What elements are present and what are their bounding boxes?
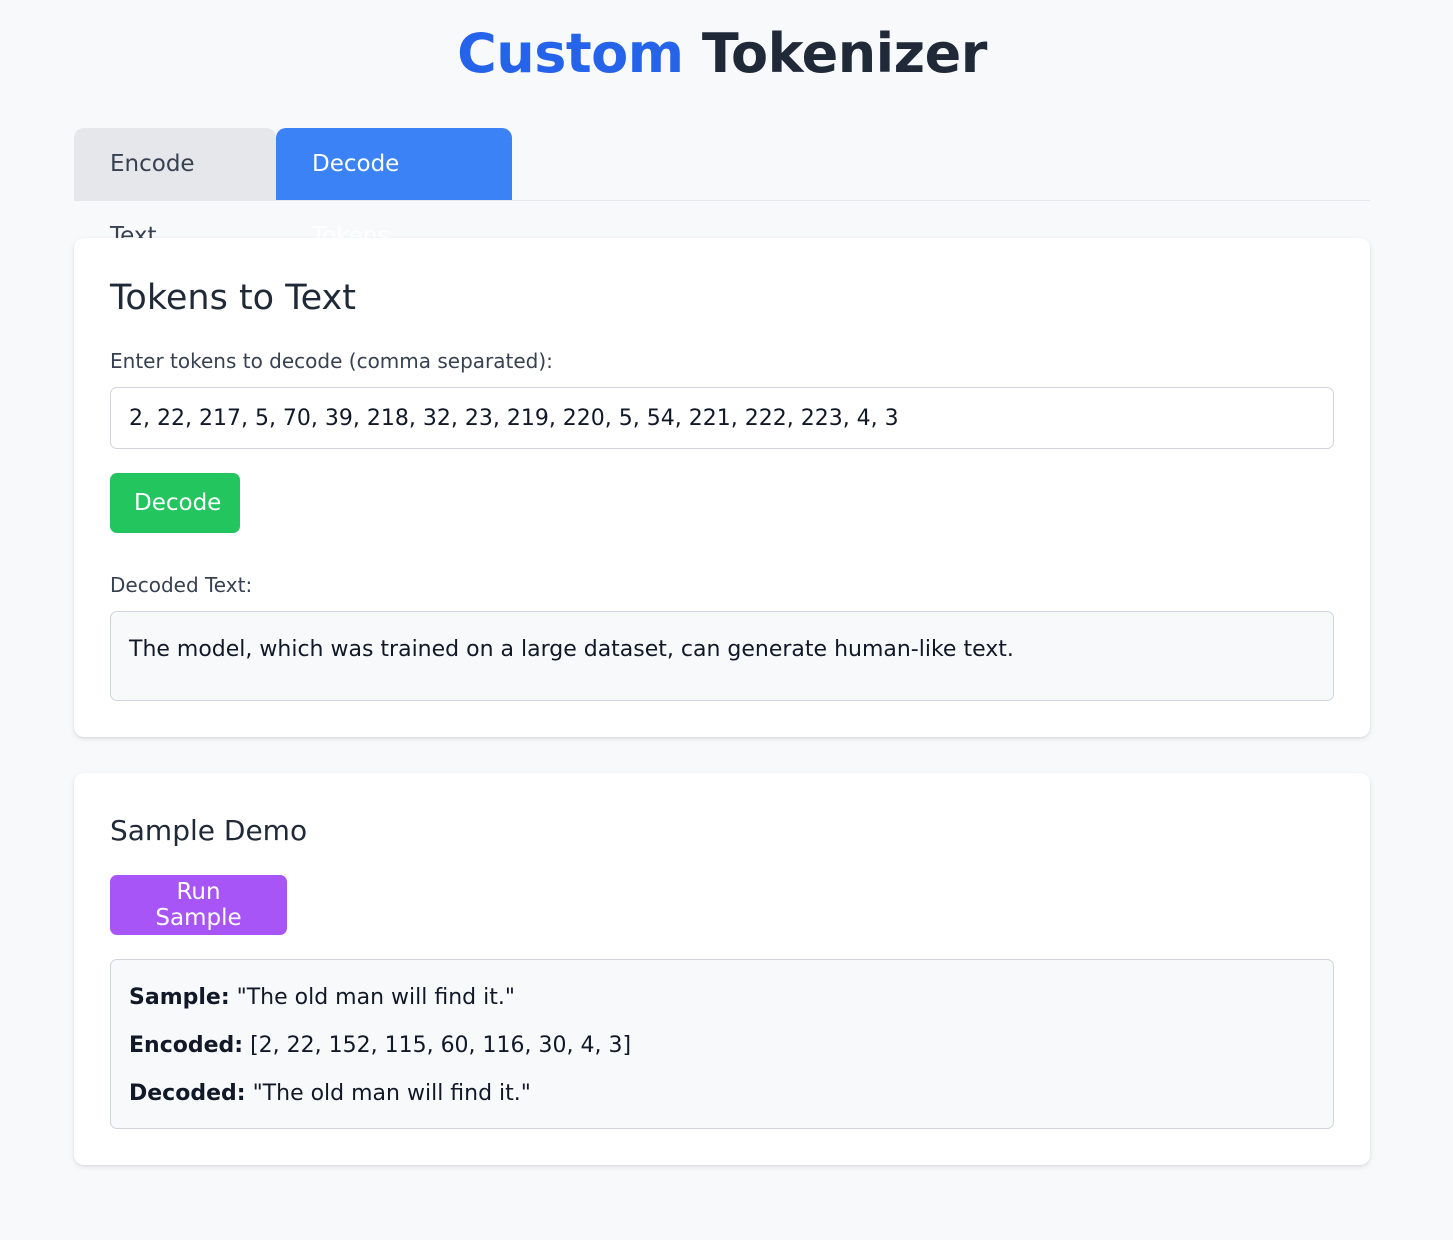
page-title-accent: Custom	[457, 22, 684, 85]
decoded-label: Decoded:	[129, 1081, 246, 1106]
sample-results-box: Sample: "The old man will find it." Enco…	[110, 959, 1334, 1129]
token-input[interactable]	[110, 387, 1334, 449]
decoded-text-output: The model, which was trained on a large …	[110, 611, 1334, 701]
page-title: Custom Tokenizer	[74, 0, 1370, 88]
tab-encode-text[interactable]: Encode Text	[74, 128, 276, 249]
sample-demo-card: Sample Demo Run Sample Sample: "The old …	[74, 773, 1370, 1165]
tab-decode-tokens[interactable]: Decode Tokens	[276, 128, 512, 249]
sample-row: Sample: "The old man will find it."	[129, 984, 515, 1012]
decoded-text-value: The model, which was trained on a large …	[129, 637, 1014, 662]
encoded-value: [2, 22, 152, 115, 60, 116, 30, 4, 3]	[250, 1033, 632, 1058]
token-input-label: Enter tokens to decode (comma separated)…	[110, 349, 553, 373]
sample-label: Sample:	[129, 985, 230, 1010]
encoded-label: Encoded:	[129, 1033, 244, 1058]
page-title-rest: Tokenizer	[701, 22, 988, 85]
run-sample-button[interactable]: Run Sample	[110, 875, 287, 935]
decoded-text-label: Decoded Text:	[110, 573, 253, 597]
decoded-row: Decoded: "The old man will find it."	[129, 1080, 531, 1108]
encoded-row: Encoded: [2, 22, 152, 115, 60, 116, 30, …	[129, 1032, 631, 1060]
decode-card: Tokens to Text Enter tokens to decode (c…	[74, 238, 1370, 737]
tab-bar: Encode Text Decode Tokens	[74, 128, 1370, 249]
app-container: Custom Tokenizer Encode Text Decode Toke…	[74, 0, 1370, 1165]
sample-value: "The old man will find it."	[236, 985, 515, 1010]
decode-card-title: Tokens to Text	[110, 278, 356, 318]
decode-button[interactable]: Decode	[110, 473, 240, 533]
sample-demo-title: Sample Demo	[110, 814, 308, 847]
decoded-value: "The old man will find it."	[252, 1081, 531, 1106]
